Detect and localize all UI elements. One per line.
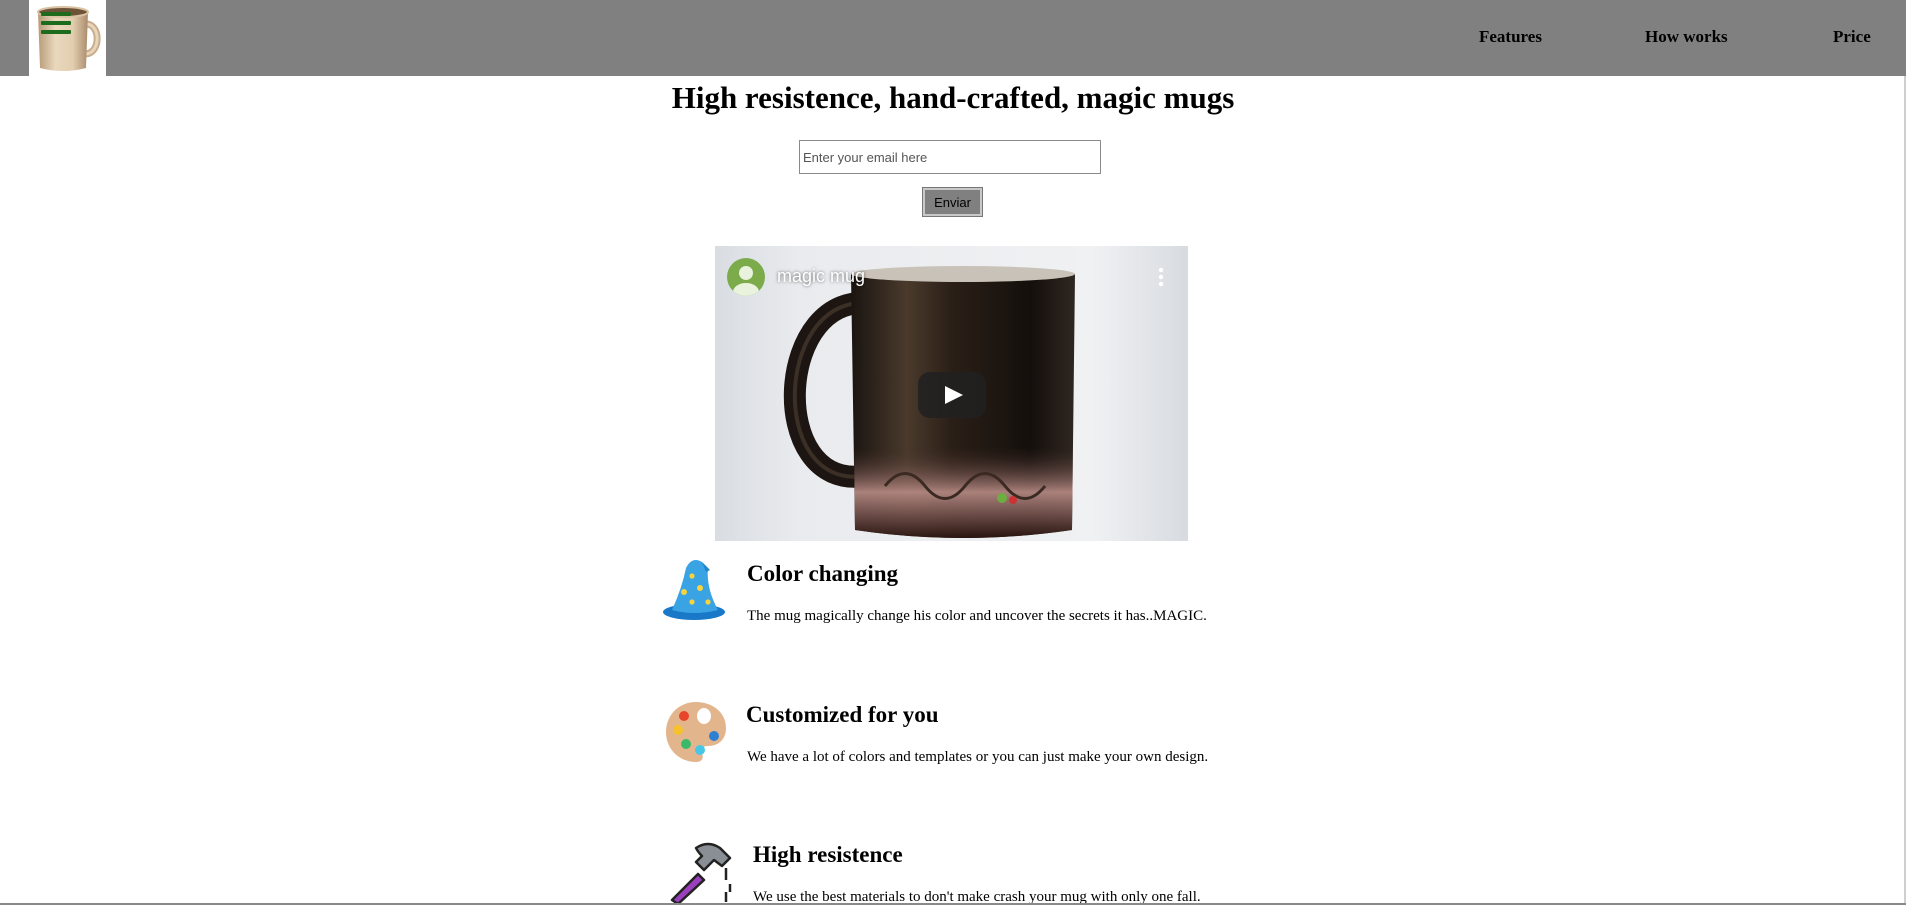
feature-text: We have a lot of colors and templates or…	[747, 749, 1209, 765]
video-title[interactable]: magic mug	[777, 266, 865, 287]
palette-icon	[664, 698, 728, 764]
mug-logo[interactable]	[29, 0, 106, 76]
hammer-icon	[668, 840, 736, 906]
play-button[interactable]	[918, 372, 986, 418]
video-player[interactable]: magic mug	[715, 246, 1188, 541]
nav-link-features[interactable]: Features	[1479, 27, 1542, 47]
feature-text: The mug magically change his color and u…	[747, 608, 1207, 624]
email-input[interactable]	[799, 140, 1101, 174]
page-title: High resistence, hand-crafted, magic mug…	[671, 80, 1235, 115]
feature-title: Customized for you	[746, 702, 939, 727]
more-options-icon[interactable]	[1153, 266, 1169, 288]
feature-title: High resistence	[753, 842, 903, 867]
hamburger-menu-icon[interactable]	[41, 12, 71, 36]
header: Features How works Price	[0, 0, 1906, 76]
nav-link-how-works[interactable]: How works	[1645, 27, 1728, 47]
nav-link-price[interactable]: Price	[1833, 27, 1871, 47]
channel-avatar[interactable]	[727, 258, 765, 296]
play-icon	[918, 372, 986, 418]
feature-title: Color changing	[747, 561, 899, 586]
submit-button[interactable]: Enviar	[922, 187, 983, 217]
wizard-hat-icon	[662, 558, 728, 624]
